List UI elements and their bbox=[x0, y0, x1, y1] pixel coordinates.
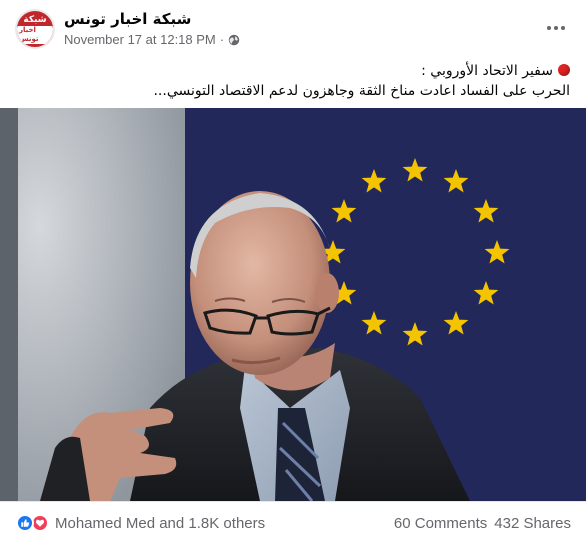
wall-edge bbox=[0, 108, 18, 501]
post-footer: Mohamed Med and 1.8K others 60 Comments … bbox=[0, 501, 586, 543]
reactions-summary[interactable]: Mohamed Med and 1.8K others bbox=[16, 514, 265, 532]
post-meta: November 17 at 12:18 PM · bbox=[64, 32, 240, 47]
avatar-logo-text-bottom: اخبار تونس bbox=[17, 25, 53, 44]
photo-illustration bbox=[0, 108, 586, 501]
meta-separator: · bbox=[219, 32, 225, 47]
post-header: شبكة اخبار تونس شبكة اخبار تونس November… bbox=[0, 0, 586, 56]
post-photo[interactable] bbox=[0, 108, 586, 501]
reactors-text[interactable]: Mohamed Med and 1.8K others bbox=[55, 515, 265, 532]
more-options-icon[interactable] bbox=[542, 14, 570, 42]
post-timestamp[interactable]: November 17 at 12:18 PM bbox=[64, 32, 216, 47]
avatar-logo-text-top: شبكة bbox=[23, 14, 47, 25]
comments-count[interactable]: 60 Comments bbox=[394, 515, 487, 532]
shares-count[interactable]: 432 Shares bbox=[494, 515, 571, 532]
caption-line-2: الحرب على الفساد اعادت مناخ الثقة وجاهزو… bbox=[153, 83, 570, 99]
post-caption: سفير الاتحاد الأوروبي : الحرب على الفساد… bbox=[16, 61, 570, 101]
globe-icon[interactable] bbox=[228, 34, 240, 46]
page-name-link[interactable]: شبكة اخبار تونس bbox=[64, 10, 191, 28]
like-icon bbox=[16, 514, 34, 532]
red-circle-icon bbox=[558, 64, 570, 76]
engagement-stats: 60 Comments 432 Shares bbox=[394, 515, 571, 532]
ear bbox=[315, 273, 339, 313]
page-avatar[interactable]: شبكة اخبار تونس bbox=[15, 9, 55, 49]
caption-line-1: سفير الاتحاد الأوروبي : bbox=[16, 61, 570, 81]
caption-line-1-text: سفير الاتحاد الأوروبي : bbox=[421, 63, 553, 79]
